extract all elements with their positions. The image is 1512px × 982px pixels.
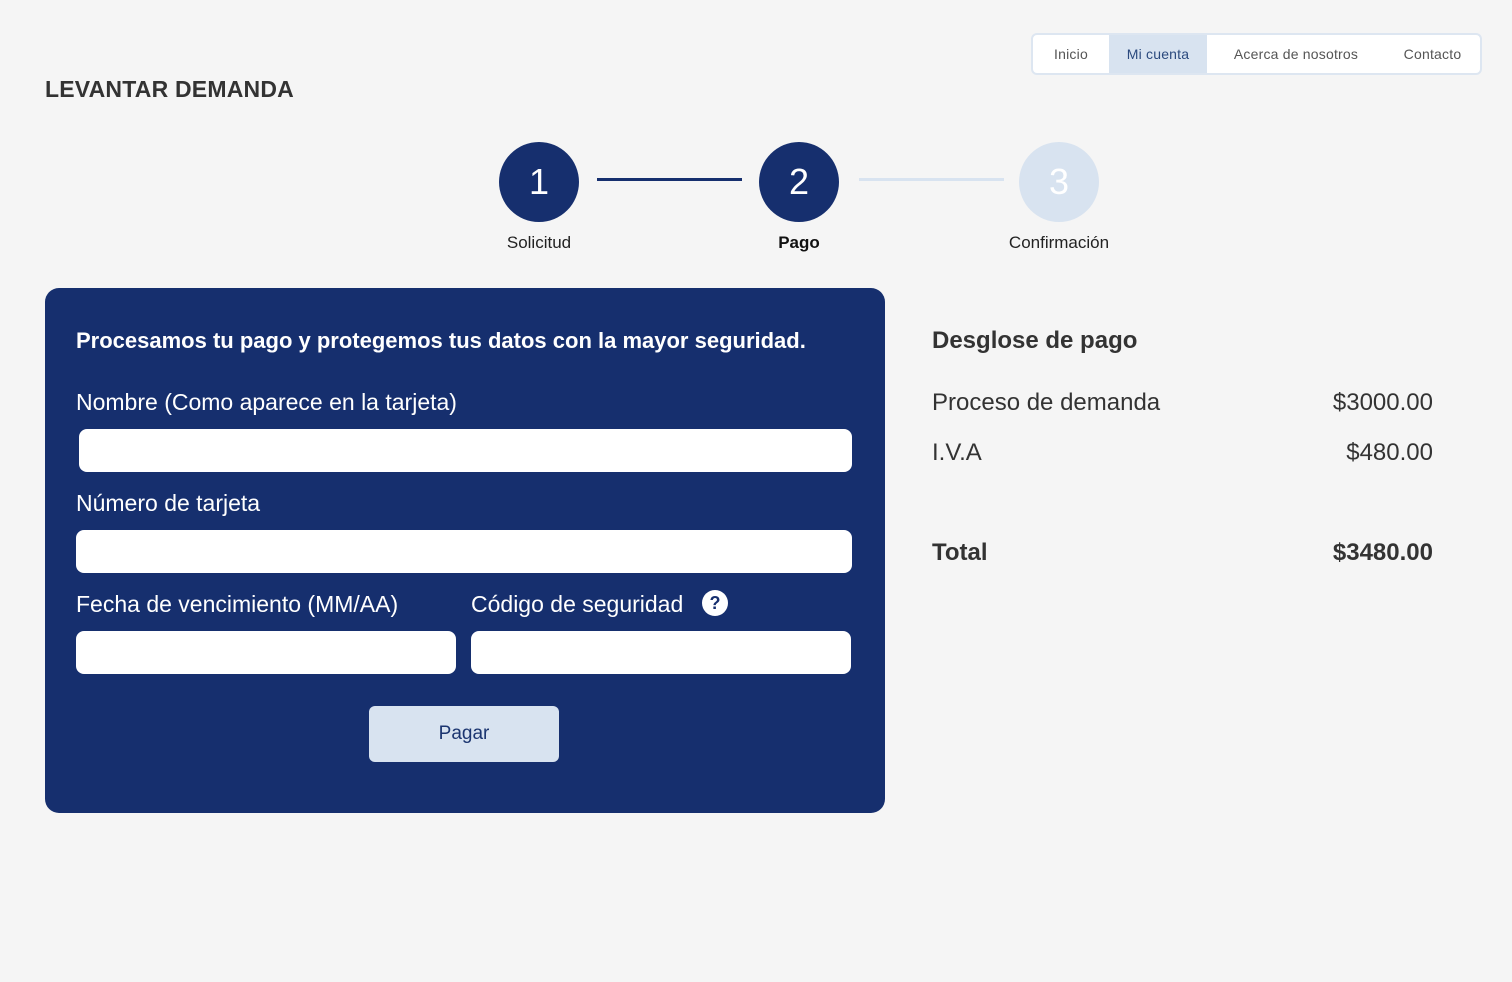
help-question-icon[interactable]: ? bbox=[702, 590, 728, 616]
cardholder-name-input[interactable] bbox=[79, 429, 852, 472]
step-connector-2 bbox=[859, 178, 1004, 181]
summary-total-label: Total bbox=[932, 539, 988, 566]
top-nav: Inicio Mi cuenta Acerca de nosotros Cont… bbox=[1031, 33, 1482, 75]
step-3-circle: 3 bbox=[1019, 142, 1099, 222]
security-code-label: Código de seguridad bbox=[471, 591, 684, 617]
expiry-date-input[interactable] bbox=[76, 631, 456, 674]
step-3-label: Confirmación bbox=[1008, 233, 1110, 252]
expiry-date-label: Fecha de vencimiento (MM/AA) bbox=[76, 591, 399, 617]
summary-row: I.V.A $480.00 bbox=[932, 439, 1433, 467]
page-title: LEVANTAR DEMANDA bbox=[45, 76, 294, 102]
step-1-label: Solicitud bbox=[506, 233, 572, 252]
summary-title: Desglose de pago bbox=[932, 327, 1138, 354]
cardholder-name-label: Nombre (Como aparece en la tarjeta) bbox=[76, 389, 457, 415]
card-number-input[interactable] bbox=[76, 530, 852, 573]
step-2-circle: 2 bbox=[759, 142, 839, 222]
nav-mi-cuenta[interactable]: Mi cuenta bbox=[1109, 35, 1207, 73]
pay-button[interactable]: Pagar bbox=[369, 706, 559, 762]
summary-row-amount: $480.00 bbox=[1346, 439, 1433, 466]
nav-acerca-de-nosotros[interactable]: Acerca de nosotros bbox=[1207, 35, 1385, 73]
step-connector-1 bbox=[597, 178, 742, 181]
nav-inicio[interactable]: Inicio bbox=[1033, 35, 1109, 73]
nav-contacto[interactable]: Contacto bbox=[1385, 35, 1480, 73]
page: Inicio Mi cuenta Acerca de nosotros Cont… bbox=[0, 0, 1512, 982]
summary-total-amount: $3480.00 bbox=[1332, 539, 1433, 566]
summary-row-label: I.V.A bbox=[932, 439, 982, 466]
summary-row-label: Proceso de demanda bbox=[932, 389, 1161, 416]
security-code-input[interactable] bbox=[471, 631, 851, 674]
card-number-label: Número de tarjeta bbox=[76, 490, 261, 516]
summary-row-amount: $3000.00 bbox=[1332, 389, 1433, 416]
payment-form-card: Procesamos tu pago y protegemos tus dato… bbox=[45, 288, 885, 813]
summary-row: Proceso de demanda $3000.00 bbox=[932, 389, 1433, 417]
summary-total-row: Total $3480.00 bbox=[932, 539, 1433, 567]
step-2-label: Pago bbox=[778, 233, 820, 252]
payment-intro-text: Procesamos tu pago y protegemos tus dato… bbox=[76, 328, 806, 353]
step-1-circle: 1 bbox=[499, 142, 579, 222]
